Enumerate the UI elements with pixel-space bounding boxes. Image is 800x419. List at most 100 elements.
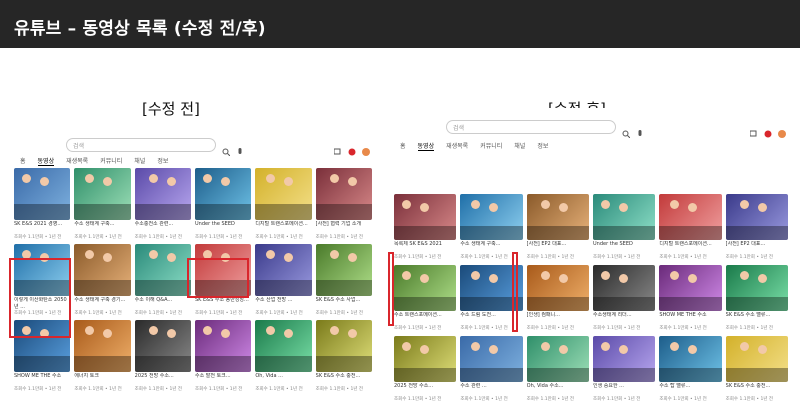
video-thumbnail[interactable]: [460, 194, 523, 240]
tab-4[interactable]: 채널: [134, 156, 145, 166]
video-title[interactable]: 2025 전망 수소...: [135, 373, 191, 387]
video-card[interactable]: 수소 관련 ... 조회수 1.1만회 • 1년 전: [460, 336, 523, 403]
avatar[interactable]: [362, 141, 370, 156]
video-card[interactable]: Under the SEED 조회수 1.1만회 • 1년 전: [194, 168, 252, 241]
tab-0[interactable]: 홈: [400, 141, 406, 151]
tab-1[interactable]: 동영상: [417, 141, 435, 151]
video-card[interactable]: Under the SEED 조회수 1.1만회 • 1년 전: [592, 194, 656, 261]
video-title[interactable]: 디지털 트랜스포메이션...: [659, 241, 721, 255]
video-title[interactable]: 수소 생태계 구축 경기...: [74, 297, 130, 311]
video-title[interactable]: 수소 이해 Q&A...: [135, 297, 191, 311]
video-thumbnail[interactable]: [315, 320, 372, 372]
video-card[interactable]: 수소 산업 전망 ... 조회수 1.1만회 • 1년 전: [255, 244, 312, 317]
video-card[interactable]: SK E&S 수소 사업... 조회수 1.1만회 • 1년 전: [315, 244, 372, 317]
video-card[interactable]: 수소 생태계 구축... 조회수 1.1만회 • 1년 전: [460, 194, 523, 261]
video-card[interactable]: 2025 전망 수소... 조회수 1.1만회 • 1년 전: [394, 336, 457, 403]
video-thumbnail[interactable]: [74, 244, 131, 296]
tab-4[interactable]: 채널: [514, 141, 525, 151]
tab-1[interactable]: 동영상: [37, 156, 55, 166]
video-title[interactable]: 수소 탑 밸류...: [659, 383, 721, 397]
video-title[interactable]: 수소 트랜스포메이션...: [394, 312, 456, 326]
video-thumbnail[interactable]: [255, 168, 312, 220]
video-card[interactable]: 수소충전소 관련... 조회수 1.1만회 • 1년 전: [134, 168, 191, 241]
avatar[interactable]: [778, 123, 786, 138]
video-card[interactable]: SHOW ME THE 수소 조회수 1.1만회 • 1년 전: [659, 265, 722, 332]
video-thumbnail[interactable]: [460, 336, 523, 382]
video-title[interactable]: 목록체 SK E&S 2021: [394, 241, 456, 255]
video-thumbnail[interactable]: [255, 320, 312, 372]
video-card[interactable]: [사전] 협력 기업 소개 조회수 1.1만회 • 1년 전: [315, 168, 372, 241]
mic-icon[interactable]: [236, 141, 244, 154]
video-title[interactable]: Oh, Vida 수소...: [527, 383, 589, 397]
video-thumbnail[interactable]: [74, 320, 131, 372]
video-thumbnail[interactable]: [194, 168, 252, 220]
video-title[interactable]: 수소 관련 ...: [460, 383, 522, 397]
video-card[interactable]: SK E&S 수소 충전... 조회수 1.1만회 • 1년 전: [315, 320, 372, 393]
video-card[interactable]: SK E&S 수소 충전... 조회수 1.1만회 • 1년 전: [725, 336, 788, 403]
create-icon[interactable]: [333, 141, 342, 155]
tab-5[interactable]: 정보: [537, 141, 548, 151]
create-icon[interactable]: [749, 123, 758, 137]
video-thumbnail[interactable]: [659, 265, 722, 311]
search-icon[interactable]: [222, 141, 231, 157]
tab-3[interactable]: 커뮤니티: [480, 141, 502, 151]
video-card[interactable]: 수소 생태계 구축 경기... 조회수 1.1만회 • 1년 전: [74, 244, 131, 317]
video-card[interactable]: 수소 트랜스포메이션... 조회수 1.1만회 • 1년 전: [394, 265, 457, 332]
video-thumbnail[interactable]: [725, 265, 788, 311]
search-input[interactable]: 검색: [446, 120, 616, 134]
video-title[interactable]: 수소 발전 토크...: [195, 373, 251, 387]
video-card[interactable]: 인생 중요한 ... 조회수 1.1만회 • 1년 전: [592, 336, 656, 403]
video-thumbnail[interactable]: [659, 194, 722, 240]
video-card[interactable]: [사전] EP2 대표... 조회수 1.1만회 • 1년 전: [725, 194, 788, 261]
video-card[interactable]: Oh, Vida ... 조회수 1.1만회 • 1년 전: [255, 320, 312, 393]
video-card[interactable]: 수소 탑 밸류... 조회수 1.1만회 • 1년 전: [659, 336, 722, 403]
tab-2[interactable]: 재생목록: [66, 156, 88, 166]
video-thumbnail[interactable]: [725, 194, 788, 240]
video-thumbnail[interactable]: [315, 168, 372, 220]
search-icon[interactable]: [622, 123, 631, 139]
video-thumbnail[interactable]: [592, 336, 656, 382]
video-card[interactable]: 목록체 SK E&S 2021 조회수 1.1만회 • 1년 전: [394, 194, 457, 261]
video-title[interactable]: 수소 생태계 구축...: [74, 221, 130, 235]
video-title[interactable]: [사전] EP2 대표...: [527, 241, 589, 255]
video-title[interactable]: SK E&S 2021 경영...: [14, 221, 70, 235]
tab-2[interactable]: 재생목록: [446, 141, 468, 151]
notification-icon[interactable]: [348, 141, 356, 156]
video-card[interactable]: [인생] 컴패니... 조회수 1.1만회 • 1년 전: [526, 265, 589, 332]
video-thumbnail[interactable]: [659, 336, 722, 382]
video-card[interactable]: 수소 이해 Q&A... 조회수 1.1만회 • 1년 전: [134, 244, 191, 317]
video-title[interactable]: 수소충전소 관련...: [135, 221, 191, 235]
video-card[interactable]: SK E&S 수소 밸류... 조회수 1.1만회 • 1년 전: [725, 265, 788, 332]
tab-5[interactable]: 정보: [157, 156, 168, 166]
video-thumbnail[interactable]: [394, 265, 457, 311]
video-card[interactable]: 수소생태계 리더... 조회수 1.1만회 • 1년 전: [592, 265, 656, 332]
video-title[interactable]: [사전] 협력 기업 소개: [316, 221, 372, 235]
video-title[interactable]: SK E&S 수소 동반성장...: [195, 297, 251, 311]
tab-0[interactable]: 홈: [20, 156, 26, 166]
video-thumbnail[interactable]: [74, 168, 131, 220]
video-title[interactable]: Under the SEED: [593, 241, 655, 255]
video-thumbnail[interactable]: [526, 336, 589, 382]
video-title[interactable]: SHOW ME THE 수소: [659, 312, 721, 326]
video-card[interactable]: 수소 생태계 구축... 조회수 1.1만회 • 1년 전: [74, 168, 131, 241]
video-thumbnail[interactable]: [526, 194, 589, 240]
video-thumbnail[interactable]: [255, 244, 312, 296]
video-thumbnail[interactable]: [134, 244, 191, 296]
video-title[interactable]: 디지털 트랜스포메이션...: [255, 221, 311, 235]
video-title[interactable]: Under the SEED: [195, 221, 251, 235]
video-thumbnail[interactable]: [592, 265, 656, 311]
video-title[interactable]: SK E&S 수소 충전...: [316, 373, 372, 387]
tab-3[interactable]: 커뮤니티: [100, 156, 122, 166]
search-input[interactable]: 검색: [66, 138, 216, 152]
video-thumbnail[interactable]: [394, 336, 457, 382]
video-title[interactable]: [사전] EP2 대표...: [726, 241, 788, 255]
video-card[interactable]: 2025 전망 수소... 조회수 1.1만회 • 1년 전: [134, 320, 191, 393]
video-thumbnail[interactable]: [725, 336, 788, 382]
video-card[interactable]: SK E&S 2021 경영... 조회수 1.1만회 • 1년 전: [14, 168, 71, 241]
video-card[interactable]: 디지털 트랜스포메이션... 조회수 1.1만회 • 1년 전: [659, 194, 722, 261]
video-title[interactable]: 수소 산업 전망 ...: [255, 297, 311, 311]
video-title[interactable]: 2025 전망 수소...: [394, 383, 456, 397]
video-thumbnail[interactable]: [194, 320, 252, 372]
video-card[interactable]: [사전] EP2 대표... 조회수 1.1만회 • 1년 전: [526, 194, 589, 261]
video-thumbnail[interactable]: [134, 168, 191, 220]
